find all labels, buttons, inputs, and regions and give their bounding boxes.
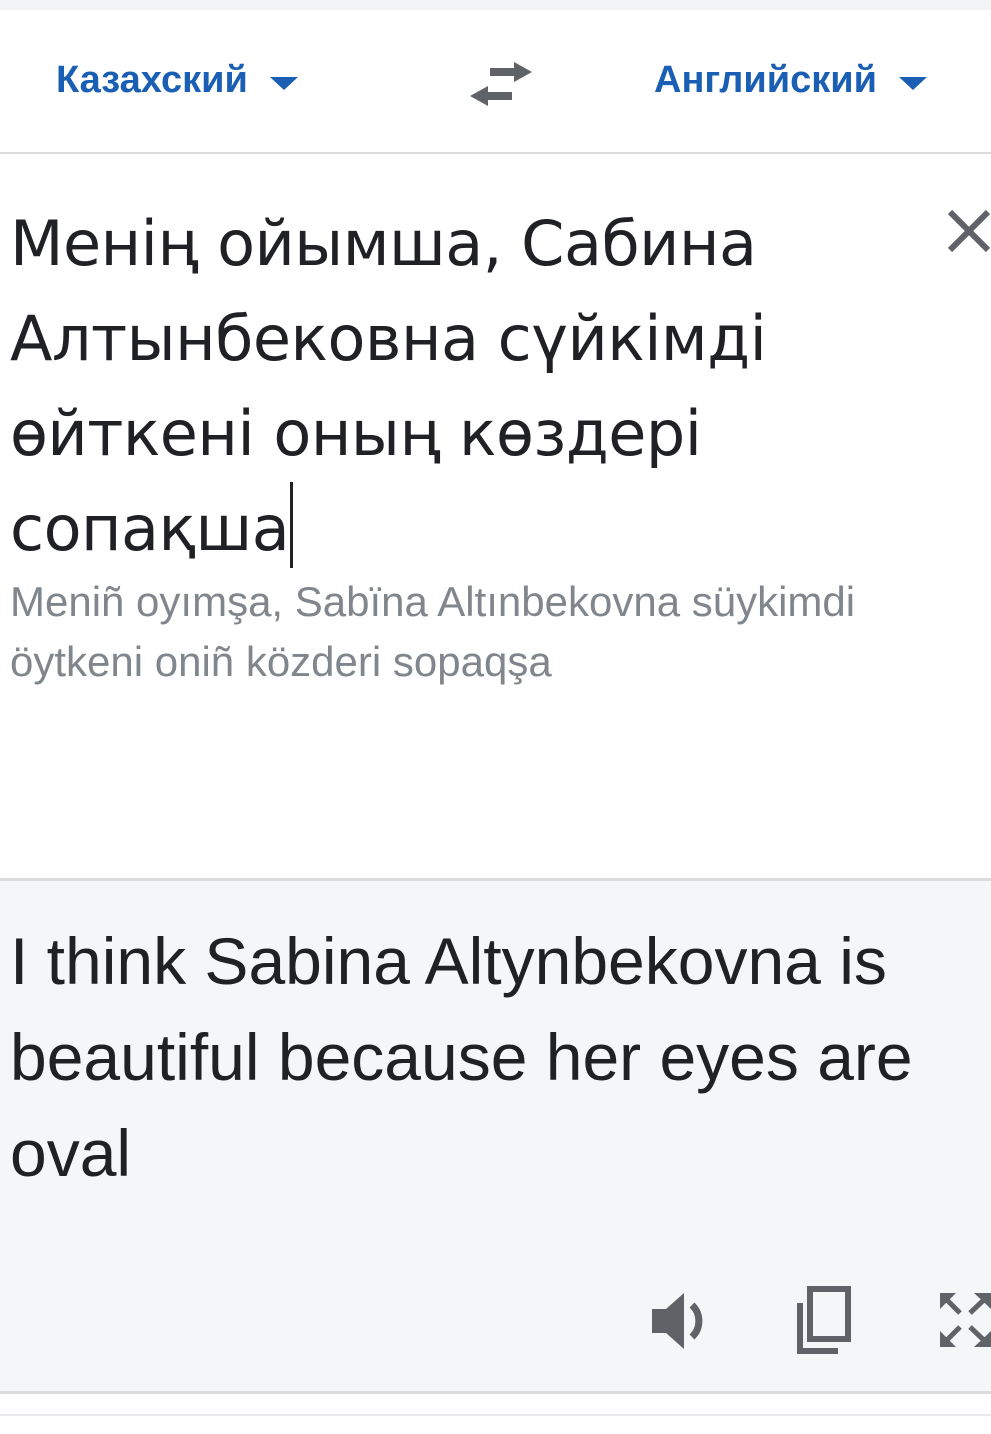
language-bar: Казахский Английский — [0, 10, 991, 154]
fullscreen-button[interactable] — [934, 1281, 991, 1361]
volume-icon — [652, 1293, 703, 1349]
top-strip — [0, 0, 991, 10]
source-dropdown-caret-icon — [269, 76, 298, 90]
clear-input-button[interactable] — [944, 204, 991, 256]
copy-translation-button[interactable] — [790, 1281, 856, 1361]
listen-button[interactable] — [648, 1281, 714, 1361]
source-text-input[interactable]: Менің ойымша, Сабина Алтынбековна сүйкім… — [10, 196, 910, 576]
source-text: Менің ойымша, Сабина Алтынбековна сүйкім… — [10, 207, 767, 565]
fullscreen-icon — [940, 1293, 991, 1347]
target-language-selector[interactable]: Английский — [654, 56, 928, 104]
source-input-area[interactable]: Менің ойымша, Сабина Алтынбековна сүйкім… — [0, 154, 991, 878]
translation-result-area: I think Sabina Altynbekovna is beautiful… — [0, 881, 991, 1391]
target-language-label: Английский — [654, 58, 878, 101]
transliteration-text: Meniñ oyımşa, Sabïna Altınbekovna süykim… — [10, 578, 856, 685]
swap-languages-button[interactable] — [466, 54, 536, 114]
copy-icon — [797, 1286, 851, 1354]
swap-arrows-icon — [470, 62, 532, 106]
divider — [0, 1414, 991, 1416]
text-cursor — [290, 482, 294, 568]
source-language-selector[interactable]: Казахский — [56, 56, 298, 104]
close-icon — [947, 209, 991, 253]
target-dropdown-caret-icon — [899, 76, 928, 90]
source-language-label: Казахский — [56, 58, 248, 101]
translation-text: I think Sabina Altynbekovna is beautiful… — [10, 924, 913, 1190]
